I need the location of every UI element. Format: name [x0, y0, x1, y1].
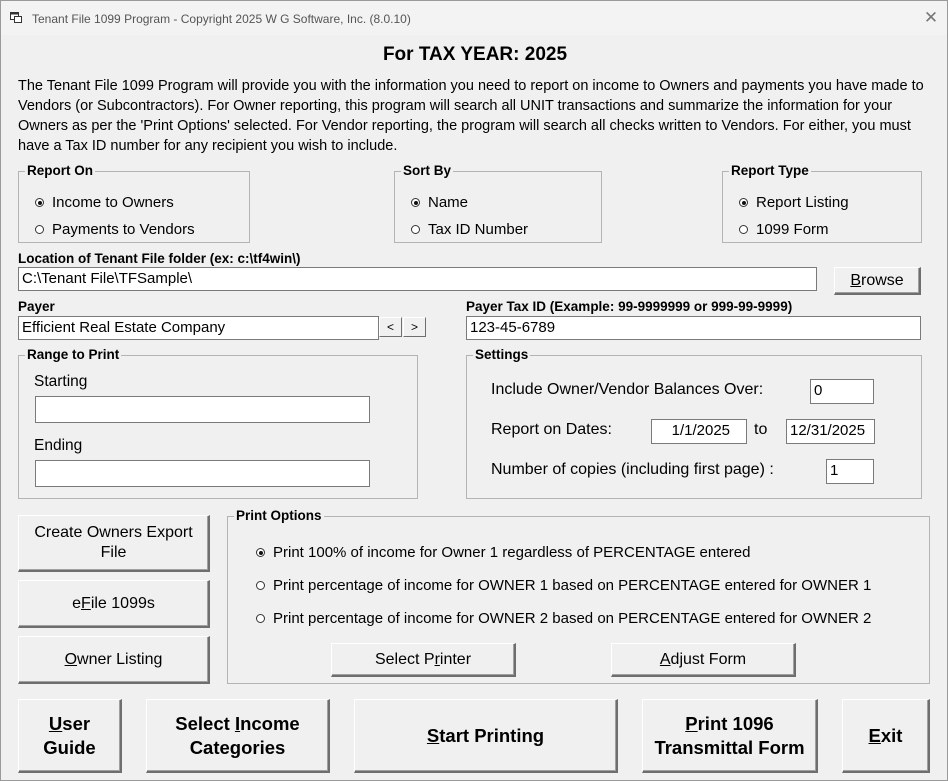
radio-selected-icon: [411, 198, 420, 207]
payer-prev-button[interactable]: <: [379, 317, 402, 337]
date-to-input[interactable]: 12/31/2025: [786, 419, 875, 444]
settings-group: Settings Include Owner/Vendor Balances O…: [466, 347, 922, 499]
create-owners-export-button[interactable]: Create Owners Export File: [18, 515, 210, 572]
balances-input[interactable]: 0: [810, 379, 874, 404]
copies-input[interactable]: 1: [826, 459, 874, 484]
adjust-form-button[interactable]: Adjust Form: [611, 643, 796, 677]
report-type-group: Report Type Report Listing 1099 Form: [722, 163, 922, 243]
radio-print-option-1[interactable]: Print 100% of income for Owner 1 regardl…: [256, 544, 750, 561]
app-icon: [10, 12, 22, 23]
exit-button[interactable]: Exit: [842, 699, 930, 773]
radio-1099-form[interactable]: 1099 Form: [739, 221, 829, 238]
dates-label: Report on Dates:: [491, 421, 612, 438]
radio-print-option-2[interactable]: Print percentage of income for OWNER 1 b…: [256, 577, 871, 594]
radio-print-option-3[interactable]: Print percentage of income for OWNER 2 b…: [256, 610, 871, 627]
starting-label: Starting: [34, 373, 88, 390]
user-guide-button[interactable]: User Guide: [18, 699, 122, 773]
title-bar[interactable]: Tenant File 1099 Program - Copyright 202…: [1, 1, 947, 35]
payer-tax-id-input[interactable]: 123-45-6789: [466, 316, 921, 340]
radio-unselected-icon: [35, 225, 44, 234]
radio-selected-icon: [35, 198, 44, 207]
location-label: Location of Tenant File folder (ex: c:\t…: [18, 251, 301, 266]
owner-listing-button[interactable]: Owner Listing: [18, 636, 210, 684]
report-on-group: Report On Income to Owners Payments to V…: [18, 163, 250, 243]
radio-sort-name[interactable]: Name: [411, 194, 468, 211]
report-type-title: Report Type: [729, 163, 811, 179]
radio-unselected-icon: [256, 614, 265, 623]
ending-label: Ending: [34, 437, 83, 454]
print-options-title: Print Options: [234, 508, 324, 524]
payer-label: Payer: [18, 299, 55, 314]
radio-sort-tax-id[interactable]: Tax ID Number: [411, 221, 528, 238]
date-from-input[interactable]: 1/1/2025: [651, 419, 747, 444]
copies-label: Number of copies (including first page) …: [491, 461, 774, 478]
window-title: Tenant File 1099 Program - Copyright 202…: [32, 12, 411, 26]
radio-payments-to-vendors[interactable]: Payments to Vendors: [35, 221, 195, 238]
close-icon[interactable]: ✕: [919, 7, 943, 29]
payer-tax-id-label: Payer Tax ID (Example: 99-9999999 or 999…: [466, 299, 793, 314]
ending-input[interactable]: [35, 460, 370, 487]
location-input[interactable]: C:\Tenant File\TFSample\: [18, 267, 817, 291]
radio-selected-icon: [739, 198, 748, 207]
settings-title: Settings: [473, 347, 531, 363]
range-title: Range to Print: [25, 347, 122, 363]
radio-unselected-icon: [411, 225, 420, 234]
sort-by-title: Sort By: [401, 163, 454, 179]
payer-next-button[interactable]: >: [403, 317, 426, 337]
payer-input[interactable]: Efficient Real Estate Company: [18, 316, 379, 340]
range-group: Range to Print Starting Ending: [18, 347, 418, 499]
to-label: to: [754, 421, 768, 438]
radio-report-listing[interactable]: Report Listing: [739, 194, 849, 211]
radio-selected-icon: [256, 548, 265, 557]
print-1096-transmittal-button[interactable]: Print 1096 Transmittal Form: [642, 699, 818, 773]
radio-unselected-icon: [739, 225, 748, 234]
intro-text: The Tenant File 1099 Program will provid…: [18, 78, 924, 154]
balances-label: Include Owner/Vendor Balances Over:: [491, 381, 764, 398]
radio-income-to-owners[interactable]: Income to Owners: [35, 194, 174, 211]
page-title: For TAX YEAR: 2025: [382, 44, 568, 65]
radio-unselected-icon: [256, 581, 265, 590]
starting-input[interactable]: [35, 396, 370, 423]
sort-by-group: Sort By Name Tax ID Number: [394, 163, 602, 243]
browse-button[interactable]: Browse: [834, 267, 921, 295]
efile-1099s-button[interactable]: eFile 1099s: [18, 580, 210, 628]
start-printing-button[interactable]: Start Printing: [354, 699, 618, 773]
report-on-title: Report On: [25, 163, 95, 179]
select-income-categories-button[interactable]: Select Income Categories: [146, 699, 330, 773]
print-options-group: Print Options Print 100% of income for O…: [227, 508, 930, 684]
select-printer-button[interactable]: Select Printer: [331, 643, 516, 677]
main-window: Tenant File 1099 Program - Copyright 202…: [0, 0, 948, 781]
